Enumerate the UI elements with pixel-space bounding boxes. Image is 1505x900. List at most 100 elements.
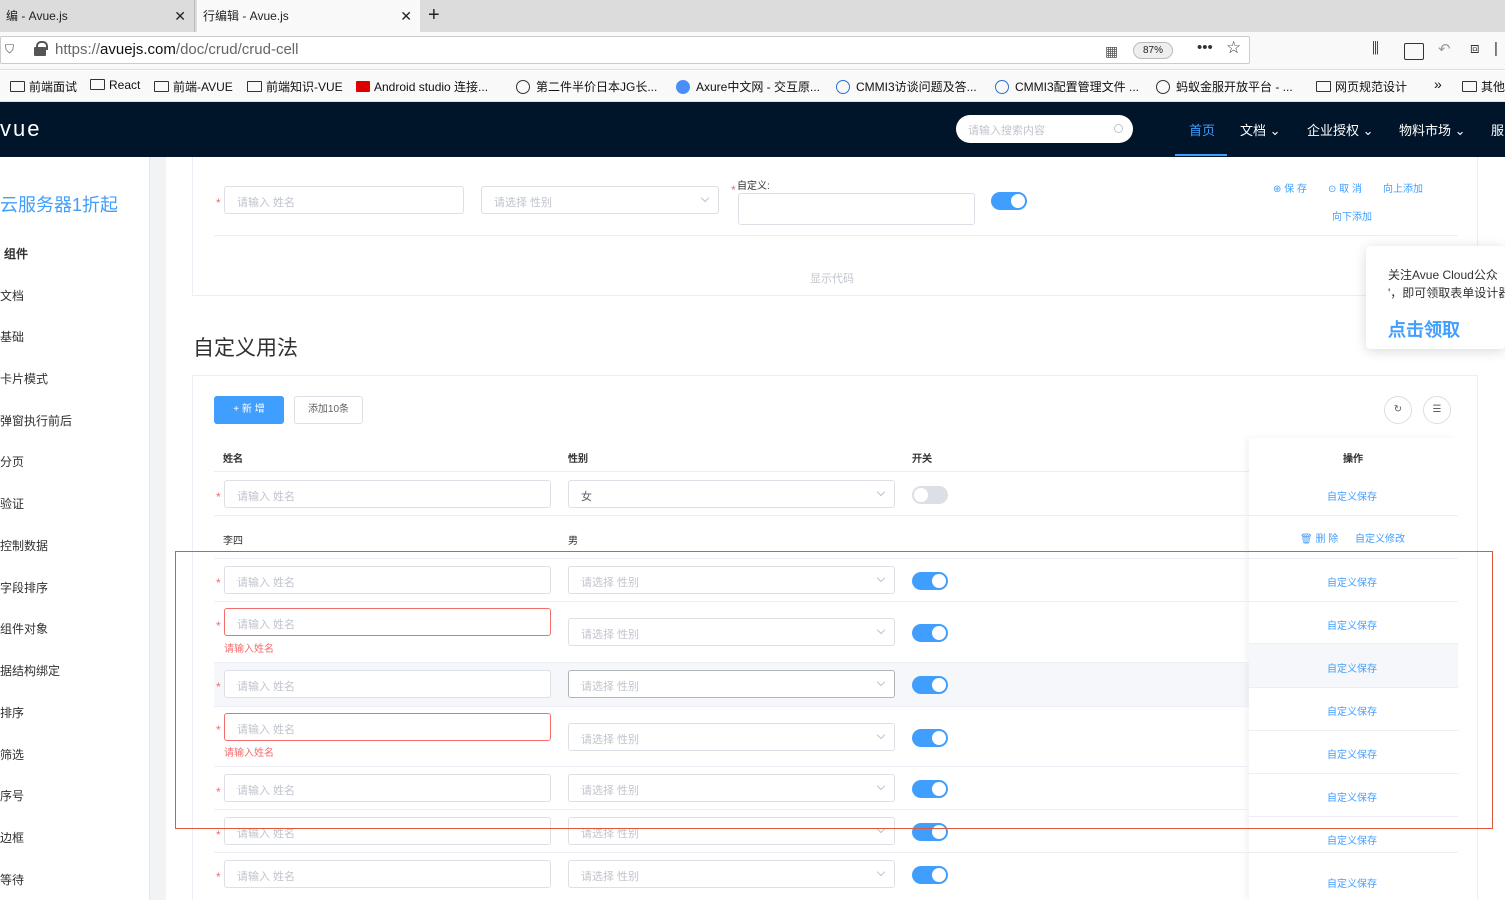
baidu-paw-icon [836,80,850,94]
sidebar-item[interactable]: 等待 [0,871,24,888]
name-input[interactable]: 请输入 姓名 [224,860,551,888]
nav-materials[interactable]: 物料市场 ⌄ [1399,120,1466,139]
name-input[interactable]: 请输入 姓名 [224,186,464,214]
show-code-toggle[interactable]: 显示代码 [810,270,854,286]
nav-enterprise[interactable]: 企业授权 ⌄ [1307,120,1374,139]
delete-button[interactable]: 🗑 删 除 [1300,530,1338,545]
promo-link[interactable]: 云服务器1折起 [0,191,118,217]
popup-cta[interactable]: 点击领取 [1388,316,1460,342]
more-actions-icon[interactable]: ••• [1197,39,1213,56]
refresh-icon[interactable]: ↻ [1384,396,1412,424]
sex-cell: 男 [568,536,578,547]
save-action[interactable]: ⊕ 保 存 [1273,180,1307,195]
sidebar-item[interactable]: 弹窗执行前后 [0,412,72,429]
required-mark: * [216,490,221,504]
bookmark-item[interactable]: Android studio 连接... [356,78,488,95]
bookmark-item[interactable]: 其他 [1462,78,1505,95]
switch-toggle[interactable] [912,866,948,884]
sidebar-item[interactable]: 序号 [0,787,24,804]
insert-below-action[interactable]: 向下添加 [1332,208,1372,223]
nav-home[interactable]: 首页 [1189,120,1215,139]
switch-toggle[interactable] [912,486,948,504]
search-icon[interactable] [1114,124,1123,133]
new-tab-icon[interactable]: + [428,4,440,26]
sidebar-item[interactable]: 排序 [0,704,24,721]
address-bar[interactable]: ⛉ https://avuejs.com/doc/crud/crud-cell … [0,36,1250,64]
add-button[interactable]: + 新 增 [214,396,284,424]
qr-code-icon[interactable]: ▦ [1105,43,1118,60]
nav-service[interactable]: 服 [1491,120,1504,139]
site-logo[interactable]: vue [0,116,41,142]
baidu-paw-icon [995,80,1009,94]
close-tab-icon[interactable]: ✕ [174,0,186,32]
close-tab-icon[interactable]: ✕ [400,0,412,32]
bookmark-item[interactable]: Axure中文网 - 交互原... [676,78,820,95]
sidebar-item[interactable]: 文档 [0,287,24,304]
sidebar-toggle-icon[interactable] [1404,43,1424,60]
bookmark-item[interactable]: 前端-AVUE [154,78,233,95]
android-studio-icon [356,81,370,92]
bookmark-star-icon[interactable]: ☆ [1226,38,1241,58]
circle-plus-icon: ⊕ [1273,184,1282,195]
sidebar-item[interactable]: 边框 [0,829,24,846]
custom-input[interactable] [738,193,975,225]
sidebar-item[interactable]: 卡片模式 [0,370,48,387]
undo-icon[interactable]: ↶ [1438,40,1451,58]
name-input[interactable]: 请输入 姓名 [224,480,551,508]
url-text[interactable]: https://avuejs.com/doc/crud/crud-cell [55,41,298,58]
zoom-level[interactable]: 87% [1133,42,1173,59]
custom-edit-button[interactable]: 自定义修改 [1355,530,1405,545]
bookmark-item[interactable]: 前端知识-VUE [247,78,343,95]
cancel-action[interactable]: ⊙ 取 消 [1328,180,1362,195]
sidebar-heading: 组件 [4,247,29,261]
browser-tab-active[interactable]: 行编辑 - Avue.js ✕ [197,0,420,32]
column-header-switch[interactable]: 开关 [912,450,932,465]
placeholder: 请输入 姓名 [237,491,296,503]
browser-navbar: ⛉ https://avuejs.com/doc/crud/crud-cell … [0,32,1505,70]
sex-select[interactable]: 女 [568,480,895,508]
required-mark: * [216,870,221,884]
layout-gutter [150,157,166,900]
folder-icon [154,81,169,92]
bookmark-item[interactable]: 第二件半价日本JG长... [516,78,657,95]
bookmark-item[interactable]: CMMI3配置管理文件 ... [995,78,1139,95]
sidebar-item[interactable]: 基础 [0,328,24,345]
popup-text: 关注Avue Cloud公众 [1388,268,1498,282]
lock-icon[interactable] [34,41,48,57]
add-10-button[interactable]: 添加10条 [294,396,363,424]
browser-tab[interactable]: 编 - Avue.js ✕ [0,0,195,32]
sex-select[interactable]: 请选择 性别 [481,186,719,214]
column-settings-icon[interactable]: ☰ [1423,396,1451,424]
custom-save-button[interactable]: 自定义保存 [1327,488,1377,503]
bookmark-item[interactable]: 前端面试 [10,78,77,95]
insert-above-action[interactable]: 向上添加 [1383,180,1423,195]
column-header-name[interactable]: 姓名 [223,450,243,465]
browser-tabbar: 编 - Avue.js ✕ 行编辑 - Avue.js ✕ + [0,0,1505,32]
more-bookmarks-icon[interactable]: » [1434,76,1442,92]
folder-icon [247,81,262,92]
switch-toggle[interactable] [991,192,1027,210]
sidebar-item[interactable]: 据结构绑定 [0,662,60,679]
bookmark-item[interactable]: 蚂蚁金服开放平台 - ... [1156,78,1293,95]
sidebar-item[interactable]: 筛选 [0,746,24,763]
bookmark-item[interactable]: CMMI3访谈问题及答... [836,78,977,95]
sidebar-item[interactable]: 验证 [0,495,24,512]
menu-icon[interactable]: | [1494,40,1498,57]
custom-save-button[interactable]: 自定义保存 [1327,875,1377,890]
placeholder: 请输入 姓名 [237,197,296,209]
bookmark-item[interactable]: React [90,78,140,92]
custom-save-button[interactable]: 自定义保存 [1327,832,1377,847]
sidebar-item[interactable]: 分页 [0,453,24,470]
sex-select[interactable]: 请选择 性别 [568,860,895,888]
shield-icon[interactable]: ⛉ [5,42,14,57]
sidebar-item[interactable]: 字段排序 [0,579,48,596]
sidebar-item[interactable]: 控制数据 [0,537,48,554]
nav-docs[interactable]: 文档 ⌄ [1240,120,1281,139]
site-search-input[interactable]: 请输入搜索内容 [956,115,1133,143]
library-icon[interactable]: ⫼ [1372,40,1379,57]
required-mark: * [216,196,221,210]
sidebar-item[interactable]: 组件对象 [0,620,48,637]
column-header-sex[interactable]: 性别 [568,450,588,465]
crop-icon[interactable]: ⧈ [1470,40,1480,57]
bookmark-item[interactable]: 网页规范设计 [1316,78,1407,95]
